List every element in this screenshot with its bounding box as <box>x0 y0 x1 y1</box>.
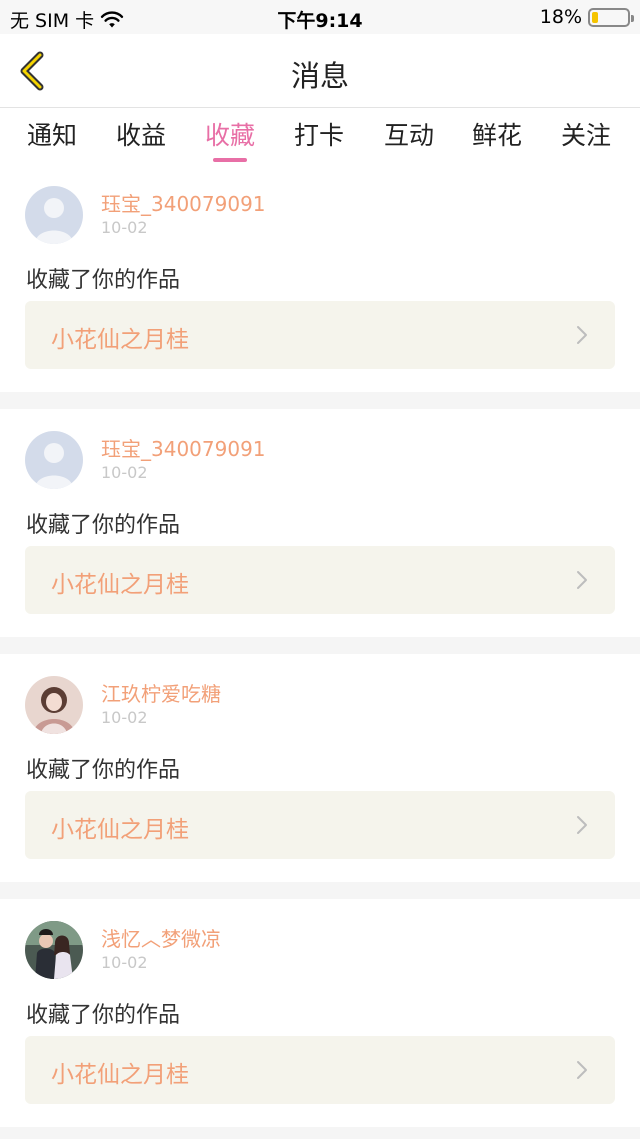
battery-fill <box>592 11 599 23</box>
tab-label: 互动 <box>383 121 434 150</box>
tab-label: 收益 <box>115 121 166 150</box>
action-text: 收藏了你的作品 <box>26 758 181 783</box>
tab-follow[interactable]: 关注 <box>556 116 616 152</box>
message-card: 珏宝_340079091 10-02 收藏了你的作品 小花仙之月桂 <box>0 164 640 392</box>
work-title: 小花仙之月桂 <box>51 572 189 598</box>
nav-bar: 消息 <box>0 34 640 108</box>
chevron-right-icon <box>577 571 587 589</box>
tab-flowers[interactable]: 鲜花 <box>467 116 527 152</box>
chevron-right-icon <box>577 1061 587 1079</box>
tab-label: 打卡 <box>293 121 344 150</box>
action-text: 收藏了你的作品 <box>26 513 181 538</box>
message-card: 江玖柠爱吃糖 10-02 收藏了你的作品 小花仙之月桂 <box>0 654 640 882</box>
tab-income[interactable]: 收益 <box>111 116 171 152</box>
battery-percent: 18% <box>539 6 582 28</box>
tab-bar: 通知 收益 收藏 打卡 互动 鲜花 关注 <box>0 108 640 164</box>
work-title: 小花仙之月桂 <box>51 1062 189 1088</box>
work-link[interactable]: 小花仙之月桂 <box>25 301 615 369</box>
message-date: 10-02 <box>101 708 148 727</box>
tab-label: 鲜花 <box>471 121 522 150</box>
tab-notice[interactable]: 通知 <box>22 116 82 152</box>
status-bar: 无 SIM 卡 下午9:14 18% <box>0 0 640 34</box>
chevron-right-icon <box>577 326 587 344</box>
tab-label: 关注 <box>560 121 611 150</box>
work-link[interactable]: 小花仙之月桂 <box>25 1036 615 1104</box>
tab-favorites[interactable]: 收藏 <box>200 116 260 162</box>
default-avatar-icon[interactable] <box>25 431 83 489</box>
tab-interaction[interactable]: 互动 <box>379 116 439 152</box>
work-title: 小花仙之月桂 <box>51 817 189 843</box>
page-title: 消息 <box>290 59 349 93</box>
tab-underline <box>213 158 247 162</box>
message-date: 10-02 <box>101 953 148 972</box>
photo-avatar-couple[interactable] <box>25 921 83 979</box>
chevron-right-icon <box>577 816 587 834</box>
battery-icon <box>588 7 634 27</box>
username[interactable]: 珏宝_340079091 <box>101 188 266 217</box>
work-link[interactable]: 小花仙之月桂 <box>25 546 615 614</box>
tab-label: 收藏 <box>204 121 255 150</box>
username[interactable]: 江玖柠爱吃糖 <box>101 678 221 707</box>
message-date: 10-02 <box>101 218 148 237</box>
action-text: 收藏了你的作品 <box>26 1003 181 1028</box>
tab-label: 通知 <box>26 121 77 150</box>
work-title: 小花仙之月桂 <box>51 327 189 353</box>
battery-group: 18% <box>539 6 634 28</box>
default-avatar-icon[interactable] <box>25 186 83 244</box>
action-text: 收藏了你的作品 <box>26 268 181 293</box>
work-link[interactable]: 小花仙之月桂 <box>25 791 615 859</box>
message-card: 珏宝_340079091 10-02 收藏了你的作品 小花仙之月桂 <box>0 409 640 637</box>
tab-checkin[interactable]: 打卡 <box>289 116 349 152</box>
photo-avatar-girl[interactable] <box>25 676 83 734</box>
message-card: 浅忆︿梦微凉 10-02 收藏了你的作品 小花仙之月桂 <box>0 899 640 1127</box>
username[interactable]: 浅忆︿梦微凉 <box>101 923 221 952</box>
username[interactable]: 珏宝_340079091 <box>101 433 266 462</box>
message-date: 10-02 <box>101 463 148 482</box>
